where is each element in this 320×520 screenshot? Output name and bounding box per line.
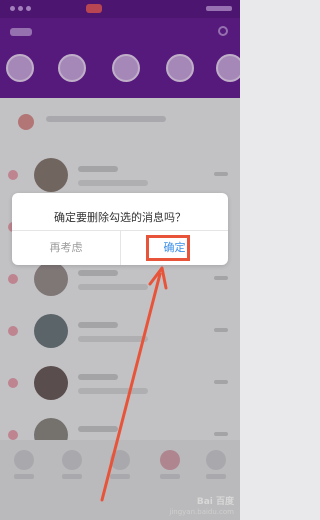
cancel-button[interactable]: 再考虑 [12, 231, 120, 265]
confirm-highlight-box [146, 235, 190, 261]
dialog-message: 确定要删除勾选的消息吗？ [54, 211, 186, 224]
baidu-watermark-logo: Bai 百度 [196, 497, 234, 507]
baidu-watermark-site: jingyan.baidu.com [169, 508, 234, 516]
app-screen: 确定要删除勾选的消息吗？ 再考虑 确定 Bai 百度 jingyan.baidu… [0, 0, 240, 520]
confirm-delete-dialog: 确定要删除勾选的消息吗？ 再考虑 确定 [12, 193, 228, 265]
